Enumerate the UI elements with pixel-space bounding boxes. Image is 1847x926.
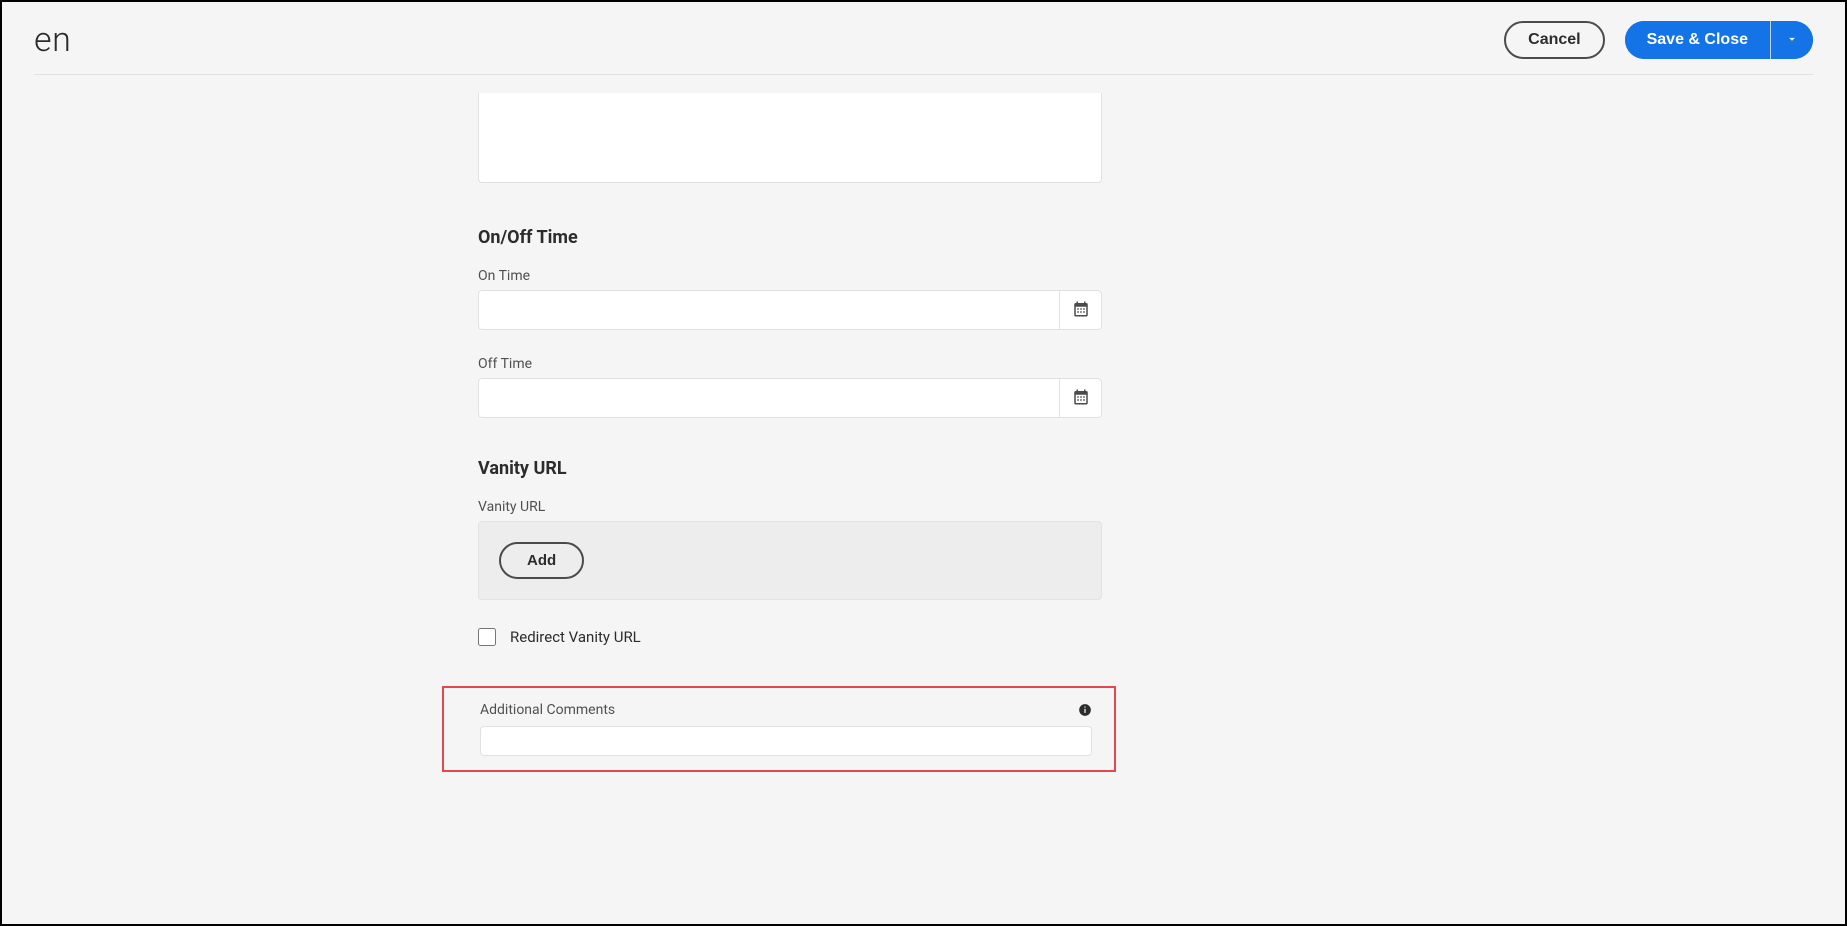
additional-comments-label: Additional Comments — [480, 702, 615, 718]
add-vanity-url-button[interactable]: Add — [499, 542, 584, 579]
off-time-label: Off Time — [478, 356, 1102, 372]
vanity-url-well: Add — [478, 521, 1102, 600]
vanity-url-label: Vanity URL — [478, 499, 1102, 515]
save-dropdown-button[interactable] — [1770, 21, 1813, 59]
form-scroll-area[interactable]: On/Off Time On Time Off Time — [2, 93, 1845, 924]
redirect-vanity-row: Redirect Vanity URL — [478, 628, 1102, 646]
off-time-input[interactable] — [478, 378, 1060, 418]
header-actions: Cancel Save & Close — [1504, 21, 1813, 59]
chevron-down-icon — [1785, 32, 1799, 49]
on-time-label: On Time — [478, 268, 1102, 284]
additional-comments-input[interactable] — [480, 726, 1092, 756]
additional-comments-highlight: Additional Comments — [442, 686, 1116, 772]
off-time-row — [478, 378, 1102, 418]
redirect-vanity-checkbox[interactable] — [478, 628, 496, 646]
header: en Cancel Save & Close — [2, 2, 1845, 93]
off-time-calendar-button[interactable] — [1060, 378, 1102, 418]
on-time-calendar-button[interactable] — [1060, 290, 1102, 330]
save-button-group: Save & Close — [1625, 21, 1813, 59]
info-icon[interactable] — [1078, 703, 1092, 717]
onoff-section-heading: On/Off Time — [478, 227, 1102, 248]
on-time-row — [478, 290, 1102, 330]
on-time-input[interactable] — [478, 290, 1060, 330]
calendar-icon — [1072, 388, 1090, 409]
redirect-vanity-label[interactable]: Redirect Vanity URL — [510, 628, 641, 646]
save-and-close-button[interactable]: Save & Close — [1625, 21, 1770, 59]
previous-textarea-field[interactable] — [478, 93, 1102, 183]
vanity-section-heading: Vanity URL — [478, 458, 1102, 479]
calendar-icon — [1072, 300, 1090, 321]
cancel-button[interactable]: Cancel — [1504, 21, 1604, 59]
form-column: On/Off Time On Time Off Time — [478, 93, 1102, 772]
page-title: en — [34, 20, 71, 60]
